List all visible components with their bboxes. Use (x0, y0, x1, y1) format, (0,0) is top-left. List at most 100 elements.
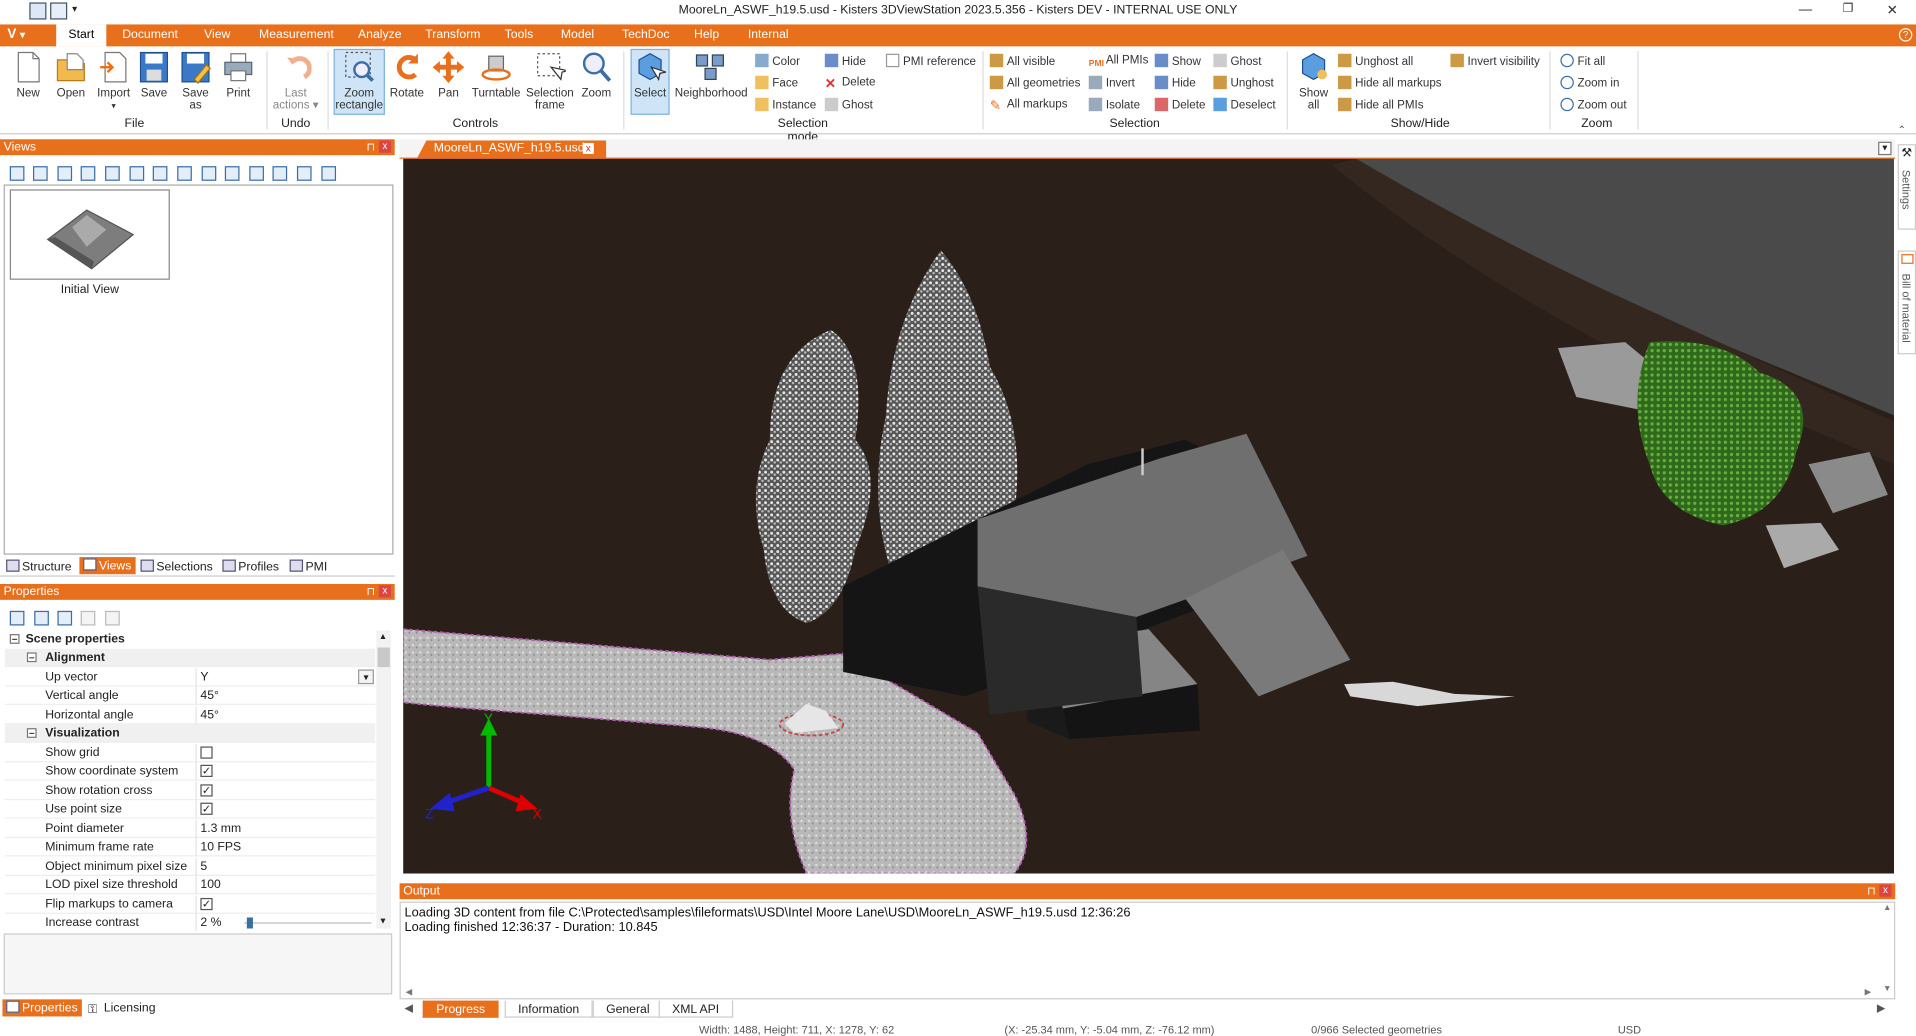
pin-icon[interactable]: ⊓ (367, 585, 376, 598)
tab-general[interactable]: General (592, 1000, 663, 1018)
contrast-slider-thumb[interactable] (246, 917, 254, 929)
property-row-flip-markups[interactable]: Flip markups to camera ✓ (4, 895, 376, 914)
tab-analyze[interactable]: Analyze (358, 28, 401, 41)
tab-selections[interactable]: Selections (140, 559, 213, 574)
output-scroll-up-icon[interactable]: ▲ (1883, 904, 1891, 913)
tab-profiles[interactable]: Profiles (222, 559, 279, 574)
tab-techdoc[interactable]: TechDoc (622, 28, 670, 41)
zoom-in-button[interactable]: Zoom in (1560, 75, 1619, 90)
tab-structure[interactable]: Structure (6, 559, 72, 574)
close-panel-icon[interactable]: x (378, 140, 392, 153)
all-visible-button[interactable]: All visible (989, 53, 1055, 68)
use-point-size-checkbox[interactable]: ✓ (200, 802, 213, 815)
scroll-thumb[interactable] (377, 647, 390, 668)
property-row-use-point-size[interactable]: Use point size ✓ (4, 800, 376, 819)
property-row-lod-threshold[interactable]: LOD pixel size threshold 100 (4, 875, 376, 895)
output-scroll-right-icon[interactable]: ▶ (1865, 987, 1872, 997)
scene-properties-header[interactable]: − Scene properties (5, 630, 375, 648)
ghost-button[interactable]: Ghost (1213, 53, 1261, 68)
restore-icon[interactable]: ❐ (1843, 2, 1854, 15)
property-value[interactable]: 5 (200, 860, 207, 873)
tab-licensing[interactable]: ⚿ Licensing (88, 1002, 156, 1017)
all-markups-button[interactable]: ✎ All markups (990, 98, 1068, 114)
property-row-increase-contrast[interactable]: Increase contrast 2 % (4, 913, 376, 931)
new-button[interactable]: New (10, 50, 47, 100)
hide-mode-button[interactable]: Hide (824, 53, 866, 68)
properties-scrollbar[interactable]: ▲ ▼ (376, 630, 392, 929)
view-capture-icon[interactable] (224, 166, 240, 181)
show-button[interactable]: Show (1154, 53, 1201, 68)
help-icon[interactable]: ? (1898, 28, 1913, 42)
document-list-dropdown-icon[interactable]: ▼ (1878, 141, 1892, 156)
deselect-button[interactable]: Deselect (1213, 97, 1276, 112)
collapse-ribbon-icon[interactable]: ⌃ (1898, 125, 1906, 136)
view-tiles-icon[interactable] (296, 166, 312, 181)
tab-progress[interactable]: Progress (422, 1000, 499, 1018)
close-window-icon[interactable]: ✕ (1887, 2, 1898, 19)
tab-help[interactable]: Help (694, 28, 719, 41)
instance-mode-button[interactable]: Instance (755, 97, 816, 112)
show-coordinate-system-checkbox[interactable]: ✓ (200, 764, 213, 778)
property-row-show-grid[interactable]: Show grid (4, 744, 376, 763)
pin-icon[interactable]: ⊓ (1867, 885, 1876, 898)
property-value[interactable]: 1.3 mm (200, 822, 241, 835)
print-button[interactable]: Print (221, 50, 255, 100)
delete-mode-button[interactable]: ✕ Delete (825, 76, 876, 92)
select-button[interactable]: Select (630, 48, 670, 115)
3d-viewport[interactable]: Y X Z (403, 158, 1895, 874)
view-home-icon[interactable] (9, 166, 25, 181)
view-next-icon[interactable] (152, 166, 168, 181)
document-tab[interactable]: MooreLn_ASWF_h19.5.usd (416, 140, 607, 159)
collapse-icon[interactable]: − (26, 652, 37, 663)
view-grid-icon[interactable] (272, 166, 288, 181)
turntable-button[interactable]: Turntable (470, 50, 521, 100)
unghost-button[interactable]: Unghost (1213, 75, 1274, 90)
property-value[interactable]: Y (200, 671, 208, 684)
view-delete-icon[interactable] (80, 166, 96, 181)
property-row-minimum-frame-rate[interactable]: Minimum frame rate 10 FPS (4, 838, 376, 857)
scroll-up-icon[interactable]: ▲ (379, 633, 387, 642)
property-row-point-diameter[interactable]: Point diameter 1.3 mm (4, 819, 376, 839)
hide-all-pmis-button[interactable]: Hide all PMIs (1338, 97, 1424, 112)
tab-document[interactable]: Document (122, 28, 178, 41)
tab-transform[interactable]: Transform (425, 28, 480, 41)
color-mode-button[interactable]: Color (755, 53, 800, 68)
property-value[interactable]: 45° (200, 709, 218, 722)
show-grid-checkbox[interactable] (200, 746, 213, 759)
tab-measurement[interactable]: Measurement (259, 28, 334, 41)
zoom-rectangle-button[interactable]: Zoom rectangle (333, 48, 385, 115)
output-scroll-down-icon[interactable]: ▼ (1883, 985, 1891, 994)
property-row-horizontal-angle[interactable]: Horizontal angle 45° (4, 706, 376, 725)
property-row-object-min-pixel-size[interactable]: Object minimum pixel size 5 (4, 857, 376, 876)
view-add-icon[interactable] (32, 166, 48, 181)
view-frame-icon[interactable] (249, 166, 264, 181)
face-mode-button[interactable]: Face (755, 75, 798, 90)
invert-visibility-button[interactable]: Invert visibility (1450, 53, 1540, 68)
invert-selection-button[interactable]: Invert (1088, 75, 1135, 90)
bill-of-material-side-tab[interactable]: Bill of material (1897, 250, 1916, 355)
property-value[interactable]: 10 FPS (200, 841, 241, 854)
property-row-up-vector[interactable]: Up vector Y ▾ (4, 668, 376, 687)
all-pmis-button[interactable]: PMI All PMIs (1089, 54, 1149, 74)
tab-tools[interactable]: Tools (505, 28, 534, 41)
tab-properties[interactable]: Properties (2, 999, 82, 1017)
property-row-vertical-angle[interactable]: Vertical angle 45° (4, 686, 376, 705)
pan-button[interactable]: Pan (431, 50, 465, 100)
save-button[interactable]: Save (137, 50, 171, 100)
collapse-icon[interactable]: − (9, 634, 20, 644)
app-menu-button[interactable]: V ▾ (7, 27, 44, 44)
property-value[interactable]: 45° (200, 689, 218, 702)
delete-button[interactable]: Delete (1154, 97, 1205, 112)
view-update-icon[interactable] (57, 166, 73, 181)
property-value[interactable]: 100 (200, 878, 220, 891)
output-tabs-left-icon[interactable]: ◀ (404, 1002, 412, 1015)
contrast-slider-track[interactable] (244, 922, 372, 924)
neighborhood-button[interactable]: Neighborhood (673, 50, 749, 100)
close-panel-icon[interactable]: x (378, 585, 392, 598)
property-row-show-rotation-cross[interactable]: Show rotation cross ✓ (4, 781, 376, 801)
view-thumbnail-initial[interactable] (9, 189, 170, 280)
settings-side-tab[interactable]: ⚒ Settings (1897, 144, 1916, 230)
isolate-button[interactable]: Isolate (1088, 97, 1140, 112)
ghost-mode-button[interactable]: Ghost (824, 97, 873, 112)
zoom-button[interactable]: Zoom (578, 50, 615, 100)
